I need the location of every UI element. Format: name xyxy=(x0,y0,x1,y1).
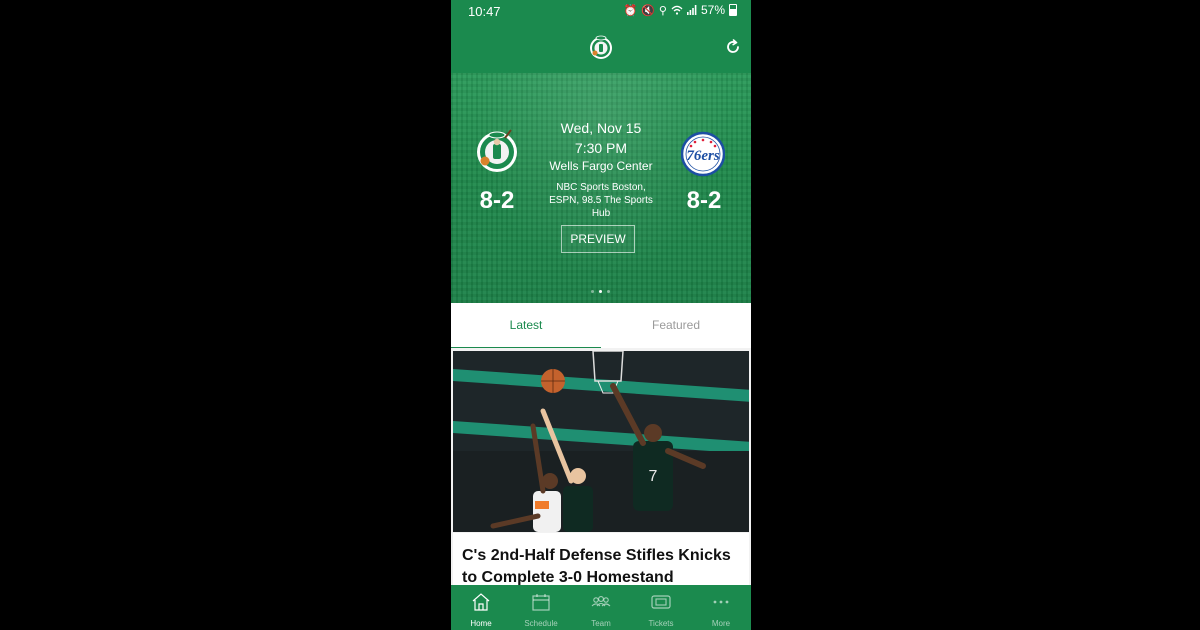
ticket-icon xyxy=(651,595,671,609)
nav-schedule[interactable]: Schedule xyxy=(511,585,571,630)
more-icon xyxy=(713,600,729,604)
away-team-record: 8-2 xyxy=(686,187,722,214)
article-card[interactable]: C's 2nd-Half Defense Stifles Knicks to C… xyxy=(453,533,749,585)
nav-more-label: More xyxy=(711,619,731,628)
article-headline[interactable]: C's 2nd-Half Defense Stifles Knicks to C… xyxy=(462,545,744,585)
news-feed: 7 C's 2nd-Half Defense Stifles Knicks to… xyxy=(451,348,751,585)
game-date: Wed, Nov 15 xyxy=(560,120,642,136)
carousel-dot[interactable] xyxy=(591,290,594,293)
home-team-record: 8-2 xyxy=(479,187,515,214)
alarm-icon: ⏰ xyxy=(623,4,638,17)
nav-tickets-label: Tickets xyxy=(648,619,674,628)
nav-home[interactable]: Home xyxy=(451,585,511,630)
wifi-icon xyxy=(671,5,683,15)
calendar-icon xyxy=(532,594,550,611)
tab-featured[interactable]: Featured xyxy=(601,303,751,348)
bottom-navigation: Home Schedule Team Tickets More xyxy=(451,585,751,630)
refresh-icon[interactable] xyxy=(725,39,741,55)
carousel-dot[interactable] xyxy=(607,290,610,293)
tab-latest[interactable]: Latest xyxy=(451,303,601,348)
status-time: 10:47 xyxy=(468,4,501,19)
team-icon xyxy=(591,596,611,607)
game-time: 7:30 PM xyxy=(574,140,628,156)
nav-home-label: Home xyxy=(470,619,492,628)
nav-team[interactable]: Team xyxy=(571,585,631,630)
status-icons: ⏰ 🔇 ⚲ 57% xyxy=(623,3,737,17)
home-icon xyxy=(472,593,490,611)
battery-percent: 57% xyxy=(700,3,725,17)
preview-button[interactable]: PREVIEW xyxy=(561,225,635,253)
game-broadcast: NBC Sports Boston, ESPN, 98.5 The Sports… xyxy=(549,182,653,219)
celtics-logo-icon[interactable] xyxy=(589,32,613,62)
news-tabs: Latest Featured xyxy=(451,303,751,349)
app-header xyxy=(451,22,751,73)
svg-text:7: 7 xyxy=(649,468,658,485)
nav-tickets[interactable]: Tickets xyxy=(631,585,691,630)
basketball-action-image: 7 xyxy=(453,351,749,532)
carousel-indicator[interactable] xyxy=(591,290,610,293)
status-bar: 10:47 ⏰ 🔇 ⚲ 57% xyxy=(451,0,751,22)
nav-team-label: Team xyxy=(591,619,611,628)
game-hero-card[interactable]: 76ers Wed, Nov 15 7:30 PM Wells Fargo Ce… xyxy=(451,73,751,303)
signal-icon xyxy=(686,5,697,15)
game-venue: Wells Fargo Center xyxy=(549,159,653,173)
phone-screen: 10:47 ⏰ 🔇 ⚲ 57% 76ers Wed, Nov 15 7:30 P… xyxy=(451,0,751,630)
carousel-dot-active[interactable] xyxy=(599,290,602,293)
nav-more[interactable]: More xyxy=(691,585,751,630)
article-photo[interactable]: 7 xyxy=(453,351,749,532)
location-icon: ⚲ xyxy=(658,4,667,17)
mute-icon: 🔇 xyxy=(641,4,655,17)
battery-icon xyxy=(729,4,737,16)
nav-schedule-label: Schedule xyxy=(524,619,558,628)
